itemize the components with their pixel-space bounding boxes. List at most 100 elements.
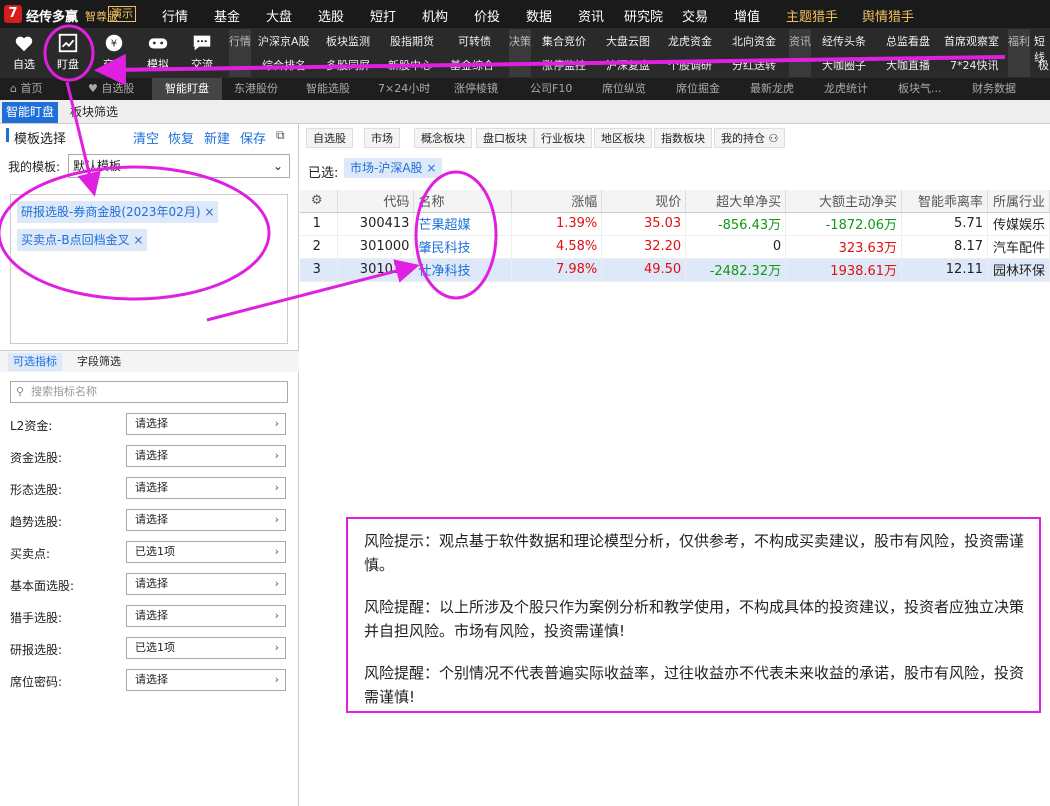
quick-zhangting-jiankong[interactable]: 涨停监控 — [542, 57, 586, 73]
quick-hushen-fupan[interactable]: 沪深复盘 — [606, 57, 650, 73]
quick-jingchuan-toutiao[interactable]: 经传头条 — [822, 33, 866, 49]
col-large-active-net[interactable]: 大额主动净买 — [785, 190, 903, 213]
menu-zengzhi[interactable]: 增值 — [734, 6, 760, 25]
quick-zongjian-kanpan[interactable]: 总监看盘 — [886, 33, 930, 49]
filter-select-lieshou[interactable]: 请选择 › — [126, 605, 286, 627]
strategy-tag[interactable]: 研报选股-券商金股(2023年02月) × — [17, 201, 219, 223]
tab-longhu-tongji[interactable]: 龙虎统计 — [816, 78, 876, 100]
menu-yuqing-lieshou[interactable]: 舆情猎手 — [862, 6, 914, 25]
quick-dapan-yuntu[interactable]: 大盘云图 — [606, 33, 650, 49]
filter-select-zijin[interactable]: 请选择 › — [126, 445, 286, 467]
tab-zuixin-longhu[interactable]: 最新龙虎 — [742, 78, 802, 100]
col-price[interactable]: 现价 — [601, 190, 687, 213]
cat-zhishu[interactable]: 指数板块 — [654, 128, 712, 148]
tab-zhineng-dingpan[interactable]: 智能盯盘 — [152, 78, 222, 100]
close-icon[interactable]: × — [133, 233, 143, 247]
col-industry[interactable]: 所属行业 — [987, 190, 1050, 213]
menu-zixun[interactable]: 资讯 — [578, 6, 604, 25]
table-row[interactable]: 3 301030 仕净科技 7.98% 49.50 -2482.32万 1938… — [300, 258, 1050, 282]
my-template-select[interactable]: 默认模板 ⌄ — [68, 154, 290, 178]
menu-jijin[interactable]: 基金 — [214, 6, 240, 25]
col-change[interactable]: 涨幅 — [511, 190, 603, 213]
menu-yanjiuyuan[interactable]: 研究院 — [624, 6, 663, 25]
quick-longhu-zijin[interactable]: 龙虎资金 — [668, 33, 712, 49]
cat-shichang[interactable]: 市场 — [364, 128, 400, 148]
quick-daka-quanzi[interactable]: 大咖圈子 — [822, 57, 866, 73]
quick-bankuai-jiance[interactable]: 板块监测 — [326, 33, 370, 49]
menu-jigou[interactable]: 机构 — [422, 6, 448, 25]
quick-duogu-tongping[interactable]: 多股同屏 — [326, 57, 370, 73]
tab-home[interactable]: ⌂ 首页 — [2, 78, 50, 100]
quick-zonghe-paiming[interactable]: 综合排名 — [262, 57, 306, 73]
col-bias[interactable]: 智能乖离率 — [901, 190, 988, 213]
tab-zhangting-lengjing[interactable]: 涨停棱镜 — [446, 78, 506, 100]
menu-hangqing[interactable]: 行情 — [162, 6, 188, 25]
quick-xingu-zhongxin[interactable]: 新股中心 — [388, 57, 432, 73]
stock-name[interactable]: 仕净科技 — [413, 258, 513, 282]
moni-button[interactable]: 模拟 — [138, 32, 178, 74]
col-super-large-net[interactable]: 超大单净买 — [685, 190, 787, 213]
filter-select-maimaidian[interactable]: 已选1项 › — [126, 541, 286, 563]
menu-jiaoyi[interactable]: 交易 — [682, 6, 708, 25]
filter-select-jibenmian[interactable]: 请选择 › — [126, 573, 286, 595]
tab-f10[interactable]: 公司F10 — [522, 78, 580, 100]
indicator-search-input[interactable]: ⚲ 搜索指标名称 — [10, 381, 288, 403]
filter-select-qushi[interactable]: 请选择 › — [126, 509, 286, 531]
quick-beixiang-zijin[interactable]: 北向资金 — [732, 33, 776, 49]
tab-caiwu-shuju[interactable]: 财务数据 — [964, 78, 1024, 100]
quick-gegu-diaoyan[interactable]: 个股调研 — [668, 57, 712, 73]
close-icon[interactable]: × — [426, 161, 436, 175]
quick-jihe-jingjia[interactable]: 集合竞价 — [542, 33, 586, 49]
dingpan-button[interactable]: 盯盘 — [48, 32, 88, 74]
menu-shuju[interactable]: 数据 — [526, 6, 552, 25]
jiaoliu-button[interactable]: 交流 — [182, 32, 222, 74]
cat-chicang[interactable]: 我的持仓 ⚇ — [714, 128, 786, 148]
menu-jiatou[interactable]: 价投 — [474, 6, 500, 25]
tab-ziduan-shaixuan[interactable]: 字段筛选 — [72, 353, 126, 371]
subtab-dingpan[interactable]: 智能盯盘 — [2, 102, 59, 123]
menu-dapan[interactable]: 大盘 — [266, 6, 292, 25]
quick-shouxi-guanchashi[interactable]: 首席观察室 — [944, 33, 999, 49]
quick-7x24-kuaixun[interactable]: 7*24快讯 — [950, 57, 999, 73]
tab-kexuan-zhibiao[interactable]: 可选指标 — [8, 353, 62, 371]
menu-zhuti-lieshou[interactable]: 主题猎手 — [786, 6, 838, 25]
cat-diqu[interactable]: 地区板块 — [594, 128, 652, 148]
new-link[interactable]: 新建 — [204, 128, 230, 147]
cat-hangye[interactable]: 行业板块 — [534, 128, 592, 148]
cat-pankou[interactable]: 盘口板块 — [476, 128, 534, 148]
quick-hushenjing[interactable]: 沪深京A股 — [258, 33, 310, 49]
stock-name[interactable]: 芒果超媒 — [413, 212, 513, 236]
tab-bankuai-qi[interactable]: 板块气... — [890, 78, 950, 100]
subtab-bankuai-shaixuan[interactable]: 板块筛选 — [66, 102, 122, 123]
cat-gainian[interactable]: 概念板块 — [414, 128, 472, 148]
tab-xiwei-zonglan[interactable]: 席位纵览 — [594, 78, 654, 100]
menu-duanda[interactable]: 短打 — [370, 6, 396, 25]
settings-icon[interactable]: ⚙ — [300, 190, 339, 213]
table-row[interactable]: 2 301000 肇民科技 4.58% 32.20 0 323.63万 8.17… — [300, 235, 1050, 259]
tab-xiwei-juejin[interactable]: 席位掘金 — [668, 78, 728, 100]
save-link[interactable]: 保存 — [240, 128, 266, 147]
quick-guzhi-qihuo[interactable]: 股指期货 — [390, 33, 434, 49]
filter-select-xingtai[interactable]: 请选择 › — [126, 477, 286, 499]
restore-link[interactable]: 恢复 — [168, 128, 194, 147]
filter-select-yanbao[interactable]: 已选1项 › — [126, 637, 286, 659]
table-row[interactable]: 1 300413 芒果超媒 1.39% 35.03 -856.43万 -1872… — [300, 212, 1050, 236]
stock-name[interactable]: 肇民科技 — [413, 235, 513, 259]
quick-jijin-zonghe[interactable]: 基金综合 — [450, 57, 494, 73]
zixuan-button[interactable]: 自选 — [4, 32, 44, 74]
col-code[interactable]: 代码 — [337, 190, 415, 213]
quick-fenhong-songzhuan[interactable]: 分红送转 — [732, 57, 776, 73]
market-chip[interactable]: 市场-沪深A股 × — [344, 158, 443, 178]
close-icon[interactable]: × — [204, 205, 214, 219]
tab-7x24[interactable]: 7×24小时 — [370, 78, 438, 100]
col-name[interactable]: 名称 — [413, 190, 513, 213]
copy-icon[interactable]: ⧉ — [276, 128, 285, 143]
jiaoyi-button[interactable]: ¥ 交易 — [94, 32, 134, 74]
tab-zhineng-xuangu[interactable]: 智能选股 — [298, 78, 358, 100]
clear-link[interactable]: 清空 — [133, 128, 159, 147]
quick-ji[interactable]: 极 — [1038, 57, 1049, 73]
cat-zixuangu[interactable]: 自选股 — [306, 128, 353, 148]
strategy-tag[interactable]: 买卖点-B点回档金叉 × — [17, 229, 148, 251]
filter-select-l2[interactable]: 请选择 › — [126, 413, 286, 435]
quick-daka-zhibo[interactable]: 大咖直播 — [886, 57, 930, 73]
